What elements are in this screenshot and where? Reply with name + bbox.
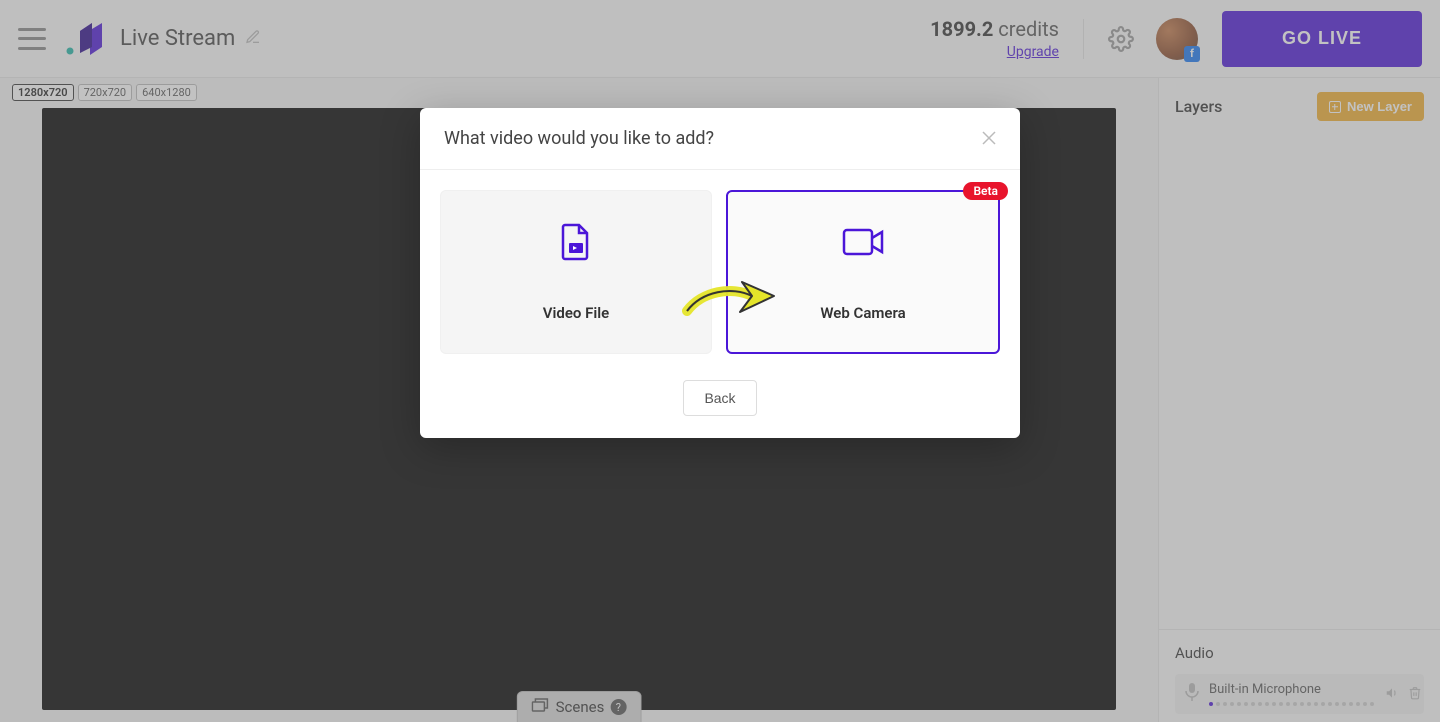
add-video-modal: What video would you like to add? [420,108,1020,438]
beta-badge: Beta [963,182,1008,200]
video-file-icon [561,222,591,262]
web-camera-icon [842,222,884,262]
option-video-file-label: Video File [543,304,609,322]
modal-title: What video would you like to add? [444,128,714,149]
option-web-camera-label: Web Camera [820,304,905,322]
option-video-file[interactable]: Video File [440,190,712,354]
modal-close-button[interactable] [982,130,996,148]
app-root: Live Stream 1899.2 credits Upgrade f GO … [0,0,1440,722]
modal-body: Video File Beta Web Camera [420,170,1020,374]
option-web-camera[interactable]: Beta Web Camera [726,190,1000,354]
back-button[interactable]: Back [683,380,756,416]
modal-footer: Back [420,374,1020,438]
modal-header: What video would you like to add? [420,108,1020,170]
